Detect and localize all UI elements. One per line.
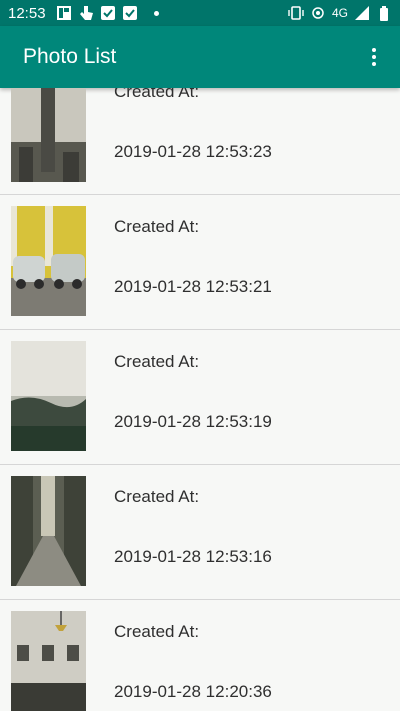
hotspot-icon — [310, 5, 326, 21]
check-box-icon — [122, 5, 138, 21]
status-time: 12:53 — [8, 4, 46, 22]
created-at-value: 2019-01-28 12:53:16 — [114, 547, 272, 566]
photo-list[interactable]: Created At: 2019-01-28 12:53:23 Created … — [0, 88, 400, 711]
page-title: Photo List — [23, 45, 117, 68]
network-type-label: 4G — [331, 6, 348, 20]
created-at-value: 2019-01-28 12:53:23 — [114, 142, 272, 161]
system-icons: 4G — [288, 0, 392, 26]
overflow-dot-icon — [372, 55, 376, 59]
vibrate-icon — [288, 5, 304, 21]
battery-icon — [376, 5, 392, 21]
app-bar: Photo List — [0, 26, 400, 88]
more-notifications-dot-icon — [154, 10, 159, 16]
photo-thumbnail-room — [11, 611, 86, 711]
overflow-menu-button[interactable] — [362, 45, 386, 69]
created-at-value: 2019-01-28 12:53:19 — [114, 412, 272, 431]
list-item[interactable]: Created At: 2019-01-28 12:53:23 — [0, 88, 400, 194]
created-at-value: 2019-01-28 12:53:21 — [114, 277, 272, 296]
signal-icon — [354, 5, 370, 21]
list-item[interactable]: Created At: 2019-01-28 12:53:16 — [0, 465, 400, 599]
flipboard-icon — [56, 5, 72, 21]
created-at-value: 2019-01-28 12:20:36 — [114, 682, 272, 701]
check-box-icon — [100, 5, 116, 21]
created-at-label: Created At: — [114, 352, 200, 371]
created-at-label: Created At: — [114, 622, 200, 641]
photo-thumbnail-cars — [11, 206, 86, 316]
photo-thumbnail-coast — [11, 341, 86, 451]
touch-icon — [78, 5, 94, 21]
overflow-dot-icon — [372, 62, 376, 66]
photo-thumbnail-forest-road — [11, 476, 86, 586]
status-bar: 12:53 4G — [0, 0, 400, 26]
created-at-label: Created At: — [114, 217, 200, 236]
photo-thumbnail-skyscraper — [11, 88, 86, 182]
created-at-label: Created At: — [114, 88, 200, 101]
created-at-label: Created At: — [114, 487, 200, 506]
notification-icons — [56, 5, 159, 21]
list-item[interactable]: Created At: 2019-01-28 12:20:36 — [0, 600, 400, 711]
list-item[interactable]: Created At: 2019-01-28 12:53:19 — [0, 330, 400, 464]
list-item[interactable]: Created At: 2019-01-28 12:53:21 — [0, 195, 400, 329]
overflow-dot-icon — [372, 48, 376, 52]
